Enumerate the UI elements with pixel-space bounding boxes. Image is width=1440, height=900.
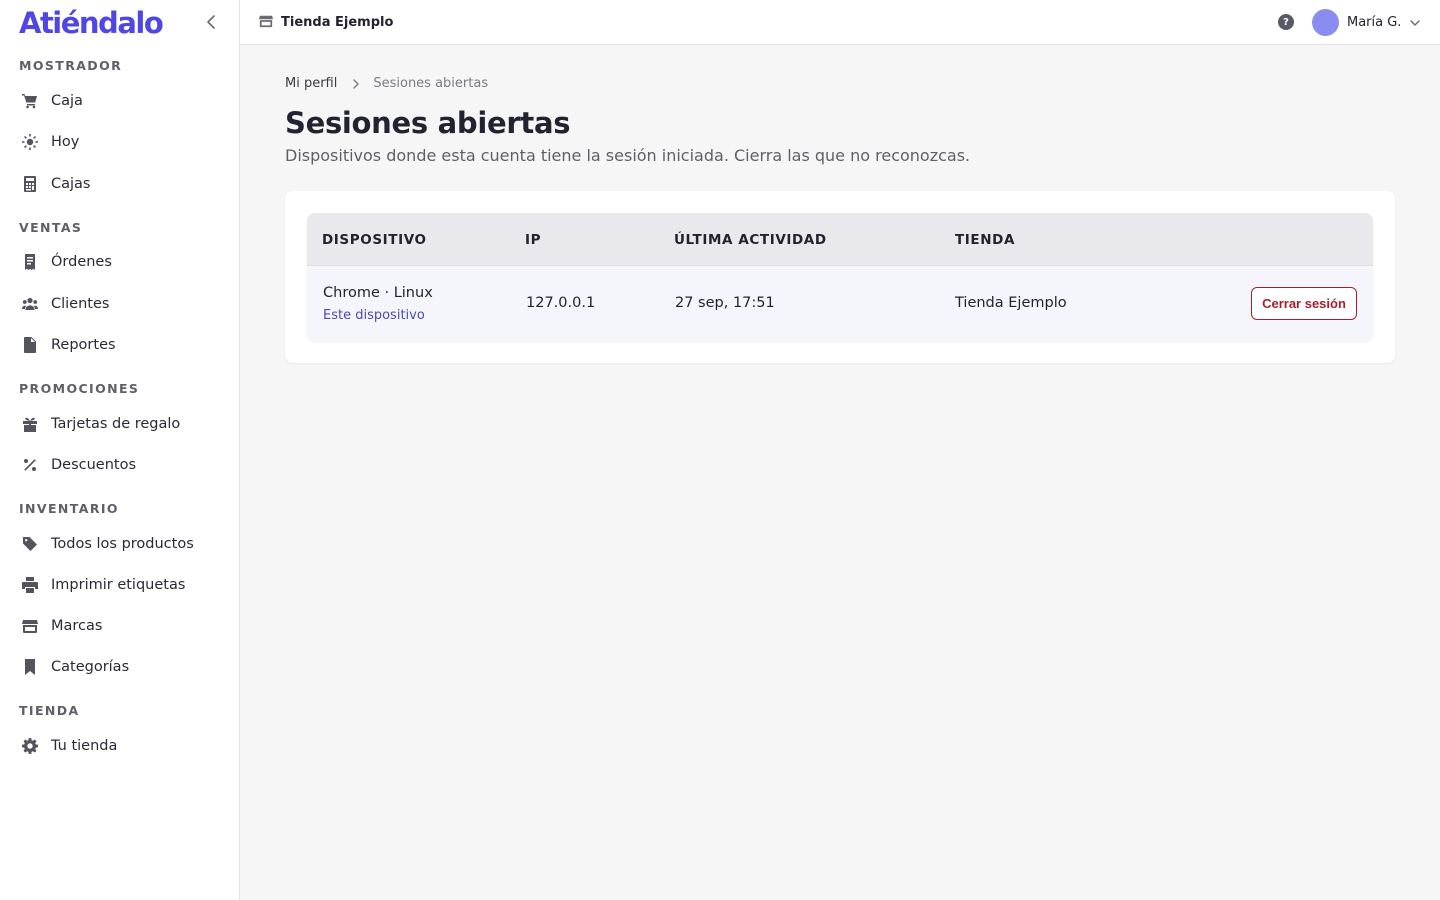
sidebar-item-descuentos[interactable]: Descuentos [12, 448, 228, 482]
breadcrumb: Mi perfil Sesiones abiertas [285, 76, 488, 91]
sidebar-item-caja[interactable]: Caja [12, 84, 228, 118]
chevron-right-icon [353, 78, 360, 89]
section-title-promociones: PROMOCIONES [19, 381, 140, 396]
store-switcher[interactable]: Tienda Ejemplo [259, 13, 393, 32]
section-title-tienda: TIENDA [19, 703, 80, 718]
percent-icon [22, 457, 38, 473]
close-session-button[interactable]: Cerrar sesión [1251, 287, 1357, 320]
breadcrumb-link-mi-perfil[interactable]: Mi perfil [285, 76, 337, 91]
storefront-icon [22, 618, 38, 634]
page-subtitle: Dispositivos donde esta cuenta tiene la … [285, 146, 971, 165]
store-name: Tienda Ejemplo [281, 15, 394, 30]
sidebar-item-label: Tu tienda [51, 738, 118, 754]
sidebar-item-ordenes[interactable]: Órdenes [12, 245, 228, 279]
sidebar-item-marcas[interactable]: Marcas [12, 609, 228, 643]
avatar [1312, 9, 1339, 36]
sidebar-item-label: Reportes [51, 337, 116, 353]
column-header-tienda: TIENDA [955, 232, 1016, 248]
user-menu[interactable]: María G. [1312, 9, 1421, 36]
sidebar: Atiéndalo MOSTRADOR Caja Hoy Cajas VENTA… [0, 0, 240, 900]
table-header: DISPOSITIVO IP ÚLTIMA ACTIVIDAD TIENDA [307, 213, 1373, 266]
sidebar-item-todos-los-productos[interactable]: Todos los productos [12, 527, 228, 561]
column-header-ultima-actividad: ÚLTIMA ACTIVIDAD [674, 232, 827, 248]
column-header-ip: IP [525, 232, 542, 248]
session-device: Chrome · Linux [323, 285, 433, 301]
sidebar-item-label: Caja [51, 93, 83, 109]
printer-icon [22, 577, 38, 593]
session-store: Tienda Ejemplo [955, 295, 1067, 311]
sidebar-item-label: Categorías [51, 659, 130, 675]
section-title-ventas: VENTAS [19, 220, 83, 235]
help-button[interactable]: ? [1278, 14, 1294, 30]
sidebar-item-tarjetas-de-regalo[interactable]: Tarjetas de regalo [12, 407, 228, 441]
users-icon [22, 296, 38, 312]
cart-icon [22, 93, 38, 109]
section-title-mostrador: MOSTRADOR [19, 58, 123, 73]
sun-icon [22, 134, 38, 150]
sidebar-item-label: Clientes [51, 296, 110, 312]
gear-icon [22, 738, 38, 754]
gift-icon [22, 416, 38, 432]
bookmark-icon [22, 659, 38, 675]
app-logo[interactable]: Atiéndalo [19, 6, 164, 40]
page-title: Sesiones abiertas [285, 106, 571, 140]
storefront-icon [259, 13, 273, 32]
session-ip: 127.0.0.1 [526, 295, 596, 311]
session-current-device-note: Este dispositivo [323, 308, 425, 323]
user-name: María G. [1347, 15, 1402, 30]
sidebar-item-label: Hoy [51, 134, 80, 150]
sidebar-item-hoy[interactable]: Hoy [12, 125, 228, 159]
sidebar-item-label: Marcas [51, 618, 103, 634]
sidebar-item-imprimir-etiquetas[interactable]: Imprimir etiquetas [12, 568, 228, 602]
sidebar-item-clientes[interactable]: Clientes [12, 287, 228, 321]
sidebar-item-label: Cajas [51, 176, 91, 192]
sidebar-item-reportes[interactable]: Reportes [12, 328, 228, 362]
sidebar-item-categorias[interactable]: Categorías [12, 650, 228, 684]
breadcrumb-current: Sesiones abiertas [373, 76, 489, 91]
column-header-dispositivo: DISPOSITIVO [322, 232, 427, 248]
section-title-inventario: INVENTARIO [19, 501, 119, 516]
sidebar-item-label: Tarjetas de regalo [51, 416, 181, 432]
table-row: Chrome · Linux Este dispositivo 127.0.0.… [307, 266, 1373, 341]
session-last-activity: 27 sep, 17:51 [675, 295, 775, 311]
collapse-sidebar-button[interactable] [203, 13, 221, 31]
sessions-table: DISPOSITIVO IP ÚLTIMA ACTIVIDAD TIENDA C… [307, 213, 1373, 341]
topbar: Tienda Ejemplo ? María G. [240, 0, 1440, 45]
sidebar-item-label: Imprimir etiquetas [51, 577, 186, 593]
sidebar-item-cajas[interactable]: Cajas [12, 167, 228, 201]
calculator-icon [22, 176, 38, 192]
receipt-icon [22, 254, 38, 270]
sidebar-item-label: Órdenes [51, 254, 112, 270]
sessions-card: DISPOSITIVO IP ÚLTIMA ACTIVIDAD TIENDA C… [285, 191, 1395, 363]
tag-icon [22, 536, 38, 552]
sidebar-item-label: Descuentos [51, 457, 137, 473]
document-icon [22, 337, 38, 353]
chevron-down-icon [1410, 19, 1421, 26]
sidebar-item-label: Todos los productos [51, 536, 194, 552]
logo-row: Atiéndalo [19, 6, 224, 42]
chevron-left-icon [207, 15, 215, 29]
sidebar-item-tu-tienda[interactable]: Tu tienda [12, 729, 228, 763]
